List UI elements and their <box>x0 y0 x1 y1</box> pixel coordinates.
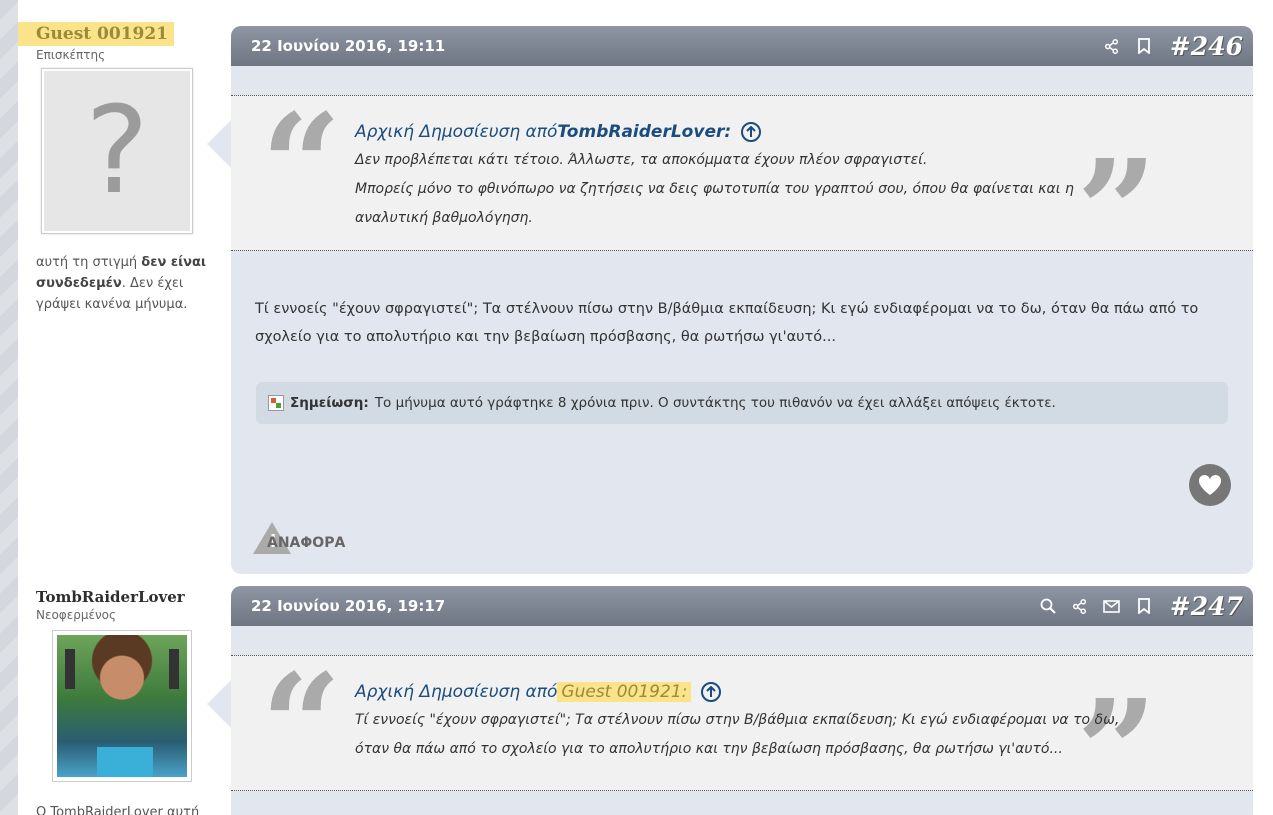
quote-author-link[interactable]: Guest 001921: <box>557 682 692 702</box>
report-button[interactable]: ! ΑΝΑΦΟΡΑ <box>253 522 345 554</box>
post-user-info: TombRaiderLover Νεοφερμένος Ο TombRaider… <box>36 587 216 815</box>
post-pointer <box>207 680 231 728</box>
user-title: Επισκέπτης <box>36 48 106 62</box>
quote-author: Αρχική Δημοσίευση από Guest 001921: <box>355 682 1143 702</box>
bookmark-icon[interactable] <box>1134 36 1154 56</box>
bookmark-icon[interactable] <box>1134 596 1154 616</box>
post-header: 22 Ιουνίου 2016, 19:17 #247 <box>231 586 1253 626</box>
note-icon <box>268 395 284 411</box>
quote-text: Τί εννοείς "έχουν σφραγιστεί"; Τα στέλνο… <box>355 712 1120 757</box>
post-header: 22 Ιουνίου 2016, 19:11 #246 <box>231 26 1253 66</box>
online-status: Ο TombRaiderLover αυτή <box>36 805 200 815</box>
open-quote-icon: “ <box>261 644 342 808</box>
arrow-up-circle-icon[interactable] <box>741 122 762 142</box>
old-post-note: Σημείωση: Το μήνυμα αυτό γράφτηκε 8 χρόνι… <box>256 382 1228 424</box>
avatar-image <box>57 635 187 777</box>
user-title: Νεοφερμένος <box>36 608 117 622</box>
post-user-info: Guest 001921 Επισκέπτης ? αυτή τη στιγμή… <box>18 22 216 315</box>
quote-text: Δεν προβλέπεται κάτι τέτοιο. Άλλωστε, τα… <box>355 152 1074 226</box>
open-quote-icon: “ <box>261 84 342 248</box>
share-icon[interactable] <box>1070 596 1090 616</box>
search-icon[interactable] <box>1038 596 1058 616</box>
avatar[interactable] <box>52 630 192 782</box>
share-icon[interactable] <box>1102 36 1122 56</box>
quote-author-link[interactable]: TombRaiderLover: <box>557 122 731 142</box>
post-246: 22 Ιουνίου 2016, 19:11 #246 “ ” Αρχική Δ… <box>231 26 1253 574</box>
post-number[interactable]: #246 <box>1170 32 1243 61</box>
question-mark-icon: ? <box>44 71 190 231</box>
quote-block: “ ” Αρχική Δημοσίευση από Guest 001921: Τ… <box>231 655 1253 815</box>
arrow-up-circle-icon[interactable] <box>701 682 722 702</box>
heart-icon[interactable] <box>1189 464 1231 506</box>
username-link[interactable]: Guest 001921 <box>18 22 175 46</box>
post-247: 22 Ιουνίου 2016, 19:17 #247 “ ” Αρχική Δ… <box>231 586 1253 815</box>
post-date: 22 Ιουνίου 2016, 19:11 <box>251 37 446 55</box>
quote-author: Αρχική Δημοσίευση από TombRaiderLover: <box>355 122 1143 142</box>
username-link[interactable]: TombRaiderLover <box>36 588 185 606</box>
post-date: 22 Ιουνίου 2016, 19:17 <box>251 597 446 615</box>
post-pointer <box>207 120 231 168</box>
avatar[interactable]: ? <box>41 68 193 234</box>
online-status: αυτή τη στιγμή δεν είναι συνδεδεμέν. Δεν… <box>36 255 206 312</box>
quote-block: “ ” Αρχική Δημοσίευση από TombRaiderLove… <box>231 84 1253 282</box>
mail-icon[interactable] <box>1102 596 1122 616</box>
post-number[interactable]: #247 <box>1170 592 1243 621</box>
